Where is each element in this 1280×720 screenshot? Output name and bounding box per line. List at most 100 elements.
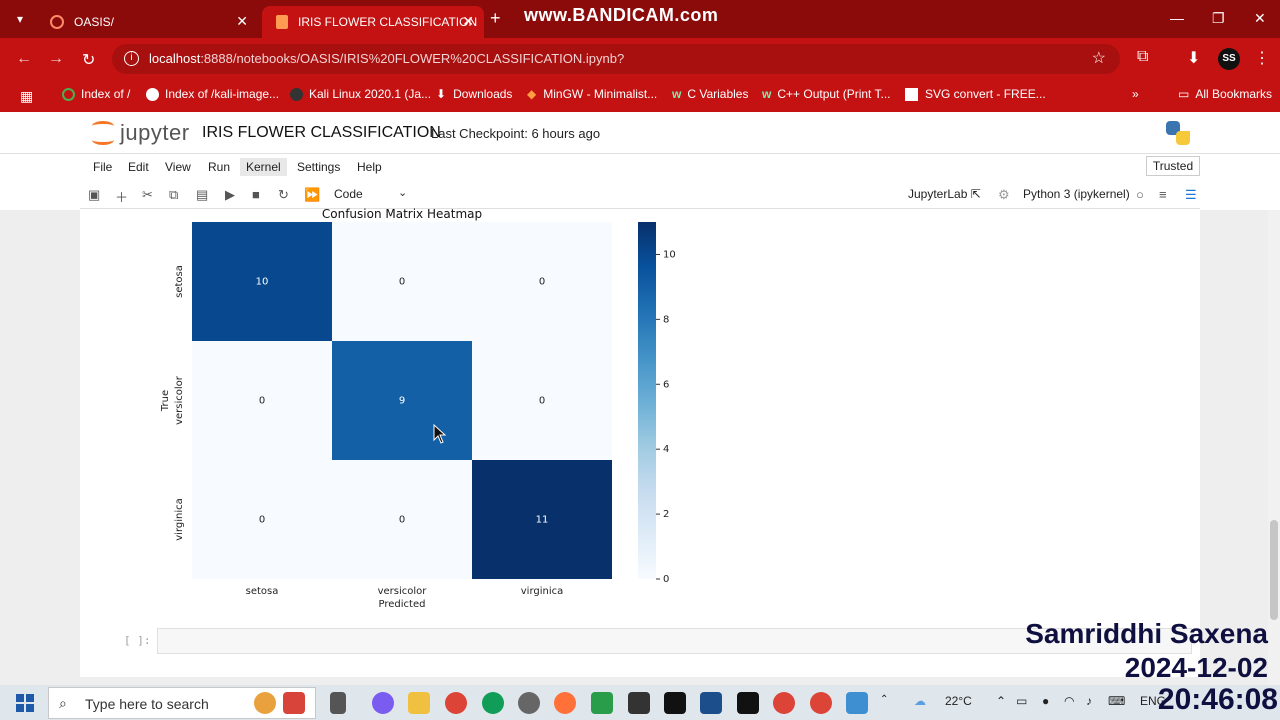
clock-app-icon[interactable] (254, 692, 276, 714)
more-bookmarks-icon[interactable]: » (1132, 87, 1139, 101)
restart-icon[interactable]: ↻ (278, 187, 289, 203)
jupyter-logo[interactable]: jupyter (92, 120, 190, 146)
x-tick-label: versicolor (378, 586, 428, 597)
cell-value-label: 11 (536, 515, 549, 526)
url-omnibox[interactable]: i localhost:8888/notebooks/OASIS/IRIS%20… (112, 44, 1120, 74)
forward-icon[interactable]: → (48, 50, 64, 68)
onedrive-icon[interactable]: ▭ (1016, 694, 1027, 708)
bookmark-item[interactable]: Index of / (62, 87, 130, 101)
profile-avatar[interactable]: SS (1218, 48, 1240, 70)
windows-start-icon[interactable] (16, 694, 34, 712)
menu-file[interactable]: File (87, 158, 118, 176)
site-info-icon[interactable]: i (124, 51, 139, 66)
bookmark-item[interactable]: ⬇ Downloads (436, 87, 512, 101)
notebook-title[interactable]: IRIS FLOWER CLASSIFICATION (202, 124, 441, 142)
volume-icon[interactable]: ♪ (1086, 694, 1092, 708)
kernel-name[interactable]: Python 3 (ipykernel) (1023, 187, 1130, 201)
cell-value-label: 10 (256, 277, 269, 288)
bookmark-item[interactable]: SVG convert - FREE... (905, 87, 1046, 101)
paste-icon[interactable]: ▤ (196, 187, 208, 203)
all-bookmarks-button[interactable]: ▭ All Bookmarks (1178, 87, 1272, 101)
virtualbox-icon[interactable] (700, 692, 722, 714)
tab-label: OASIS/ (74, 15, 115, 29)
jupyter-logo-icon (92, 121, 114, 145)
list-icon[interactable]: ≡ (1159, 187, 1167, 202)
jupyterlab-link[interactable]: JupyterLab ⇱ (908, 187, 981, 201)
bookmark-item[interactable]: Kali Linux 2020.1 (Ja... (290, 87, 431, 101)
mysql-icon[interactable] (628, 692, 650, 714)
bookmark-item[interactable]: w C Variables (672, 87, 748, 101)
menu-help[interactable]: Help (351, 158, 388, 176)
bookmark-star-icon[interactable]: ☆ (1092, 48, 1106, 68)
keyboard-icon[interactable]: ⌨ (1108, 694, 1125, 708)
bookmark-item[interactable]: Index of /kali-image... (146, 87, 279, 101)
trusted-badge[interactable]: Trusted (1146, 156, 1200, 176)
weather-temp[interactable]: 22°C (945, 694, 972, 708)
scrollbar-thumb[interactable] (1270, 520, 1278, 620)
microphone-icon[interactable]: ● (1042, 694, 1049, 708)
terminal-icon[interactable] (664, 692, 686, 714)
tab-oasis[interactable]: OASIS/ ✕ (36, 6, 258, 38)
url-text[interactable]: localhost:8888/notebooks/OASIS/IRIS%20FL… (149, 51, 624, 66)
cmd-icon[interactable] (737, 692, 759, 714)
run-icon[interactable]: ▶ (225, 187, 235, 203)
task-view-icon[interactable] (330, 692, 346, 714)
save-icon[interactable]: ▣ (88, 187, 100, 203)
stop-icon[interactable]: ■ (252, 187, 260, 202)
cell-type-select[interactable]: Code (334, 187, 363, 201)
download-icon: ⬇ (436, 87, 447, 101)
menu-settings[interactable]: Settings (291, 158, 346, 176)
tab-iris-notebook[interactable]: IRIS FLOWER CLASSIFICATION ✕ (262, 6, 484, 38)
extensions-icon[interactable]: ⧉ (1137, 48, 1148, 66)
fast-forward-icon[interactable]: ⏩ (304, 187, 320, 203)
menu-kernel[interactable]: Kernel (240, 158, 287, 176)
copy-icon[interactable]: ⧉ (169, 187, 178, 203)
close-icon[interactable]: ✕ (462, 13, 474, 30)
search-icon: ⌕ (59, 695, 67, 711)
minimize-button[interactable]: — (1170, 10, 1184, 26)
close-icon[interactable]: ✕ (236, 13, 248, 30)
file-explorer-icon[interactable] (408, 692, 430, 714)
add-cell-icon[interactable]: ＋ (115, 187, 128, 206)
chrome-icon[interactable] (445, 692, 467, 714)
tray-expand-icon[interactable]: ⌃ (996, 694, 1006, 708)
paint-icon[interactable] (591, 692, 613, 714)
chevron-down-icon[interactable]: ⌄ (398, 186, 407, 199)
chrome-icon[interactable] (810, 692, 832, 714)
cell-value-label: 9 (399, 396, 405, 407)
bookmark-item[interactable]: w C++ Output (Print T... (762, 87, 891, 101)
back-icon[interactable]: ← (16, 50, 32, 68)
reload-icon[interactable]: ↻ (82, 50, 95, 70)
window-close-button[interactable]: ✕ (1254, 10, 1266, 27)
chevron-up-icon[interactable]: ⌃ (880, 694, 888, 705)
menu-view[interactable]: View (159, 158, 197, 176)
kebab-menu-icon[interactable]: ⋮ (1254, 48, 1270, 68)
copilot-icon[interactable] (372, 692, 394, 714)
weather-icon[interactable]: ☁ (914, 694, 926, 708)
cell-prompt: [ ]: (124, 634, 151, 647)
firefox-icon[interactable] (554, 692, 576, 714)
globe-icon (146, 87, 159, 101)
new-tab-button[interactable]: + (490, 8, 501, 29)
sidebar-toggle-icon[interactable]: ☰ (1185, 187, 1197, 203)
python-logo-icon (1166, 121, 1190, 145)
recorder-watermark: www.BANDICAM.com (524, 5, 719, 25)
wifi-icon[interactable]: ◠ (1064, 694, 1074, 708)
chrome-icon[interactable] (773, 692, 795, 714)
scrollbar[interactable] (1268, 210, 1280, 685)
cut-icon[interactable]: ✂ (142, 187, 153, 203)
menu-run[interactable]: Run (202, 158, 236, 176)
settings-icon[interactable] (518, 692, 540, 714)
app-window-icon[interactable] (846, 692, 868, 714)
w3-icon: w (672, 87, 682, 101)
apps-grid-icon[interactable]: ▦ (20, 88, 33, 105)
download-icon[interactable]: ⬇ (1187, 48, 1200, 68)
tab-search-button[interactable]: ▾ (8, 8, 32, 30)
chrome-icon[interactable] (482, 692, 504, 714)
bookmark-item[interactable]: ◆ MinGW - Minimalist... (527, 87, 657, 101)
restore-button[interactable]: ❐ (1212, 10, 1225, 27)
jupyter-header: jupyter IRIS FLOWER CLASSIFICATION Last … (0, 112, 1280, 154)
menu-edit[interactable]: Edit (122, 158, 155, 176)
gift-icon[interactable] (283, 692, 305, 714)
notebook-favicon-icon (276, 15, 288, 29)
